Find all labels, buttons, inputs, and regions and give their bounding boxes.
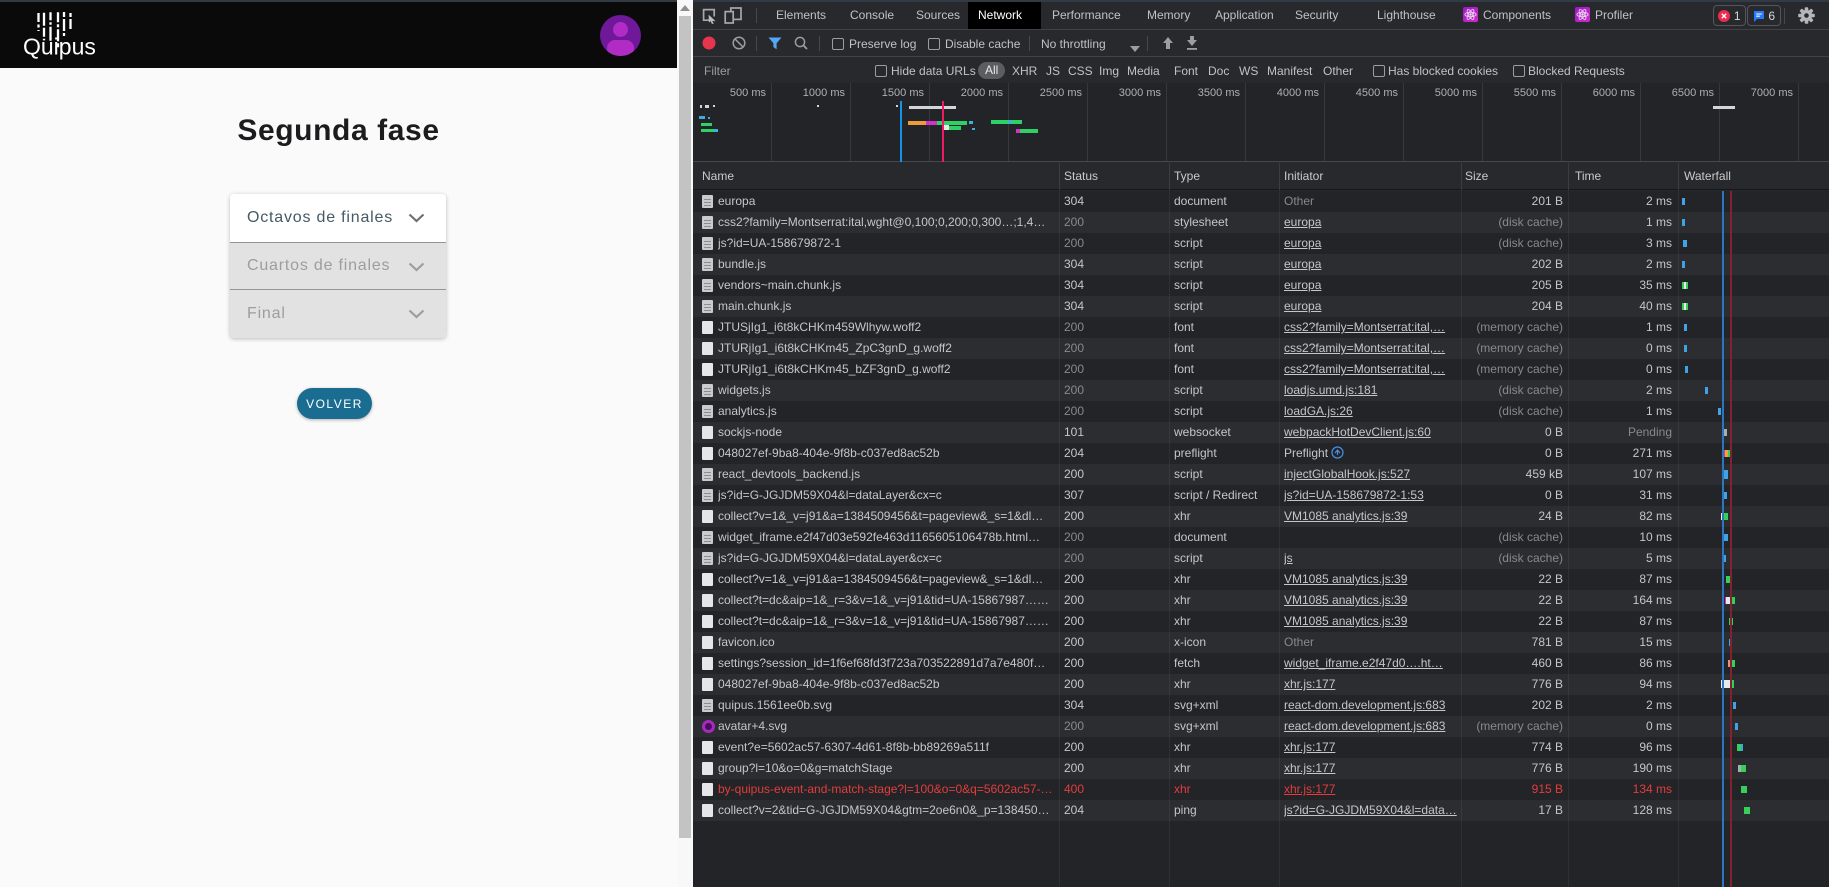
- svg-text:Quipus: Quipus: [23, 34, 96, 60]
